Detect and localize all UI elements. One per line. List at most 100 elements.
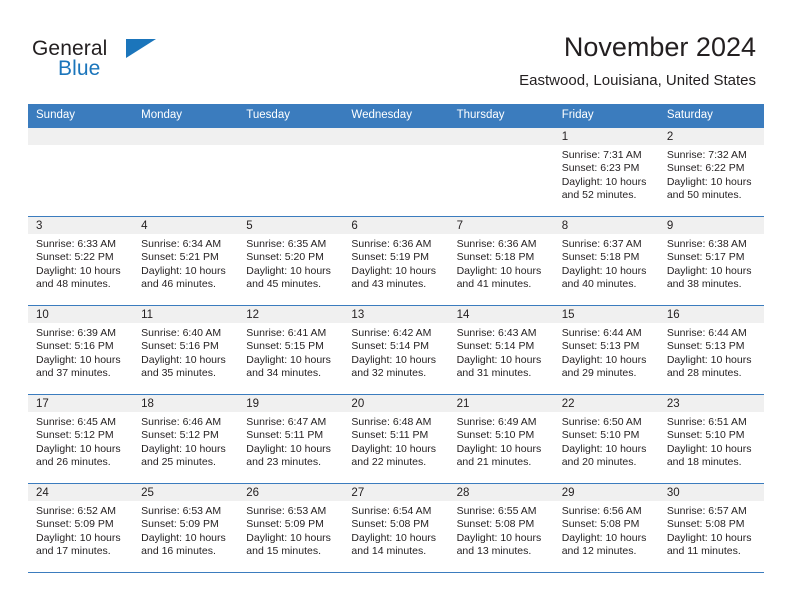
sunset-time: Sunset: 5:19 PM [351, 251, 430, 264]
weekday-header-saturday: Saturday [666, 109, 713, 121]
sunrise-time: Sunrise: 6:43 AM [456, 327, 537, 339]
day-cell[interactable]: 11 Sunrise: 6:40 AM Sunset: 5:16 PM Dayligh… [133, 306, 239, 394]
day-number: 2 [658, 128, 764, 145]
sunrise-time: Sunrise: 6:54 AM [351, 505, 432, 517]
daylight-duration-line2: and 32 minutes. [351, 367, 427, 380]
day-cell[interactable]: 27 Sunrise: 6:54 AM Sunset: 5:08 PM Dayligh… [343, 484, 449, 572]
day-cell[interactable]: 26 Sunrise: 6:53 AM Sunset: 5:09 PM Dayligh… [238, 484, 344, 572]
day-details: Sunrise: 6:35 AM Sunset: 5:20 PM Daylight:… [238, 234, 343, 292]
daylight-duration-line1: Daylight: 10 hours [246, 264, 331, 277]
daylight-duration-line2: and 45 minutes. [246, 278, 321, 291]
calendar-page: General Blue November 2024 Eastwood, Lou… [0, 0, 792, 612]
day-number: 23 [658, 395, 764, 412]
daylight-duration-line1: Daylight: 10 hours [666, 353, 752, 366]
day-number: 6 [343, 217, 449, 234]
day-cell[interactable]: 12 Sunrise: 6:41 AM Sunset: 5:15 PM Dayligh… [238, 306, 344, 394]
day-cell[interactable]: 15 Sunrise: 6:44 AM Sunset: 5:13 PM Dayligh… [553, 306, 659, 394]
day-details: Sunrise: 6:52 AM Sunset: 5:09 PM Daylight:… [28, 501, 133, 559]
day-cell[interactable]: 4 Sunrise: 6:34 AM Sunset: 5:21 PM Daylight… [133, 217, 239, 305]
calendar-week-row: 17 Sunrise: 6:45 AM Sunset: 5:12 PM Dayligh… [28, 394, 764, 483]
daylight-duration-line1: Daylight: 10 hours [246, 442, 331, 455]
sunset-time: Sunset: 5:12 PM [36, 429, 114, 442]
daylight-duration-line1: Daylight: 10 hours [141, 531, 226, 544]
sunrise-time: Sunrise: 6:55 AM [456, 505, 537, 517]
daylight-duration-line1: Daylight: 10 hours [36, 442, 121, 455]
day-cell[interactable]: 10 Sunrise: 6:39 AM Sunset: 5:16 PM Dayligh… [28, 306, 134, 394]
day-number: 29 [553, 484, 659, 501]
sunset-time: Sunset: 5:09 PM [141, 518, 219, 531]
day-cell[interactable]: 19 Sunrise: 6:47 AM Sunset: 5:11 PM Dayligh… [238, 395, 344, 483]
day-number: 28 [448, 484, 554, 501]
day-cell[interactable]: 17 Sunrise: 6:45 AM Sunset: 5:12 PM Dayligh… [28, 395, 134, 483]
page-title: November 2024 [563, 32, 756, 62]
daylight-duration-line2: and 37 minutes. [36, 367, 111, 380]
sunrise-time: Sunrise: 6:45 AM [36, 416, 116, 428]
day-number: 9 [658, 217, 764, 234]
blue-triangle-icon [126, 39, 156, 58]
day-cell[interactable]: 6 Sunrise: 6:36 AM Sunset: 5:19 PM Daylight… [343, 217, 449, 305]
day-cell[interactable]: 21 Sunrise: 6:49 AM Sunset: 5:10 PM Dayligh… [448, 395, 554, 483]
sunrise-time: Sunrise: 6:46 AM [141, 416, 222, 428]
day-cell[interactable]: 18 Sunrise: 6:46 AM Sunset: 5:12 PM Dayligh… [133, 395, 239, 483]
daylight-duration-line1: Daylight: 10 hours [561, 442, 647, 455]
daylight-duration-line1: Daylight: 10 hours [141, 353, 226, 366]
sunset-time: Sunset: 5:10 PM [456, 429, 535, 442]
day-cell[interactable]: 24 Sunrise: 6:52 AM Sunset: 5:09 PM Dayligh… [28, 484, 134, 572]
day-cell[interactable]: 14 Sunrise: 6:43 AM Sunset: 5:14 PM Dayligh… [448, 306, 554, 394]
sunset-time: Sunset: 5:11 PM [351, 429, 429, 442]
day-cell[interactable]: 8 Sunrise: 6:37 AM Sunset: 5:18 PM Daylight… [553, 217, 659, 305]
day-number: 14 [448, 306, 554, 323]
daylight-duration-line1: Daylight: 10 hours [141, 264, 226, 277]
day-number: 3 [28, 217, 134, 234]
sunset-time: Sunset: 5:12 PM [141, 429, 219, 442]
daylight-duration-line1: Daylight: 10 hours [456, 442, 542, 455]
day-details: Sunrise: 6:56 AM Sunset: 5:08 PM Daylight:… [554, 501, 659, 559]
day-number: 10 [28, 306, 134, 323]
day-number: 25 [133, 484, 239, 501]
day-cell[interactable]: 5 Sunrise: 6:35 AM Sunset: 5:20 PM Daylight… [238, 217, 344, 305]
day-cell[interactable]: 25 Sunrise: 6:53 AM Sunset: 5:09 PM Dayligh… [133, 484, 239, 572]
day-number [133, 128, 239, 145]
day-number: 7 [448, 217, 554, 234]
day-cell[interactable]: 23 Sunrise: 6:51 AM Sunset: 5:10 PM Dayligh… [658, 395, 764, 483]
day-number: 30 [658, 484, 764, 501]
day-details: Sunrise: 6:44 AM Sunset: 5:13 PM Daylight:… [659, 323, 764, 381]
weekday-header-thursday: Thursday [456, 109, 505, 121]
daylight-duration-line2: and 50 minutes. [666, 189, 742, 202]
sunset-time: Sunset: 5:20 PM [246, 251, 324, 264]
day-details: Sunrise: 6:36 AM Sunset: 5:18 PM Daylight:… [449, 234, 554, 292]
daylight-duration-line2: and 38 minutes. [666, 278, 742, 291]
sunrise-time: Sunrise: 6:33 AM [36, 238, 116, 250]
day-cell[interactable]: 13 Sunrise: 6:42 AM Sunset: 5:14 PM Dayligh… [343, 306, 449, 394]
day-details: Sunrise: 6:43 AM Sunset: 5:14 PM Daylight:… [449, 323, 554, 381]
day-cell[interactable]: 22 Sunrise: 6:50 AM Sunset: 5:10 PM Dayligh… [553, 395, 659, 483]
daylight-duration-line1: Daylight: 10 hours [246, 353, 331, 366]
day-number: 1 [553, 128, 659, 145]
day-cell[interactable]: 29 Sunrise: 6:56 AM Sunset: 5:08 PM Dayligh… [553, 484, 659, 572]
day-cell[interactable]: 2 Sunrise: 7:32 AM Sunset: 6:22 PM Daylight… [658, 128, 764, 216]
day-cell-empty [28, 128, 134, 216]
day-cell[interactable]: 28 Sunrise: 6:55 AM Sunset: 5:08 PM Dayligh… [448, 484, 554, 572]
day-cell[interactable]: 3 Sunrise: 6:33 AM Sunset: 5:22 PM Daylight… [28, 217, 134, 305]
sunset-time: Sunset: 5:18 PM [456, 251, 535, 264]
daylight-duration-line1: Daylight: 10 hours [36, 264, 121, 277]
day-cell[interactable]: 7 Sunrise: 6:36 AM Sunset: 5:18 PM Daylight… [448, 217, 554, 305]
day-cell[interactable]: 30 Sunrise: 6:57 AM Sunset: 5:08 PM Dayligh… [658, 484, 764, 572]
daylight-duration-line2: and 41 minutes. [456, 278, 532, 291]
day-number: 5 [238, 217, 344, 234]
sunset-time: Sunset: 5:09 PM [246, 518, 324, 531]
day-cell[interactable]: 16 Sunrise: 6:44 AM Sunset: 5:13 PM Dayligh… [658, 306, 764, 394]
day-cell[interactable]: 1 Sunrise: 7:31 AM Sunset: 6:23 PM Daylight… [553, 128, 659, 216]
sunrise-time: Sunrise: 6:44 AM [666, 327, 747, 339]
day-cell[interactable]: 9 Sunrise: 6:38 AM Sunset: 5:17 PM Daylight… [658, 217, 764, 305]
daylight-duration-line2: and 52 minutes. [561, 189, 637, 202]
brand-logo[interactable]: General Blue [32, 36, 262, 86]
day-details: Sunrise: 6:53 AM Sunset: 5:09 PM Daylight:… [238, 501, 343, 559]
sunset-time: Sunset: 5:18 PM [561, 251, 640, 264]
day-number: 11 [133, 306, 239, 323]
day-number: 21 [448, 395, 554, 412]
day-cell[interactable]: 20 Sunrise: 6:48 AM Sunset: 5:11 PM Dayligh… [343, 395, 449, 483]
brand-name-blue: Blue [58, 57, 101, 80]
daylight-duration-line1: Daylight: 10 hours [456, 353, 542, 366]
daylight-duration-line1: Daylight: 10 hours [351, 531, 437, 544]
